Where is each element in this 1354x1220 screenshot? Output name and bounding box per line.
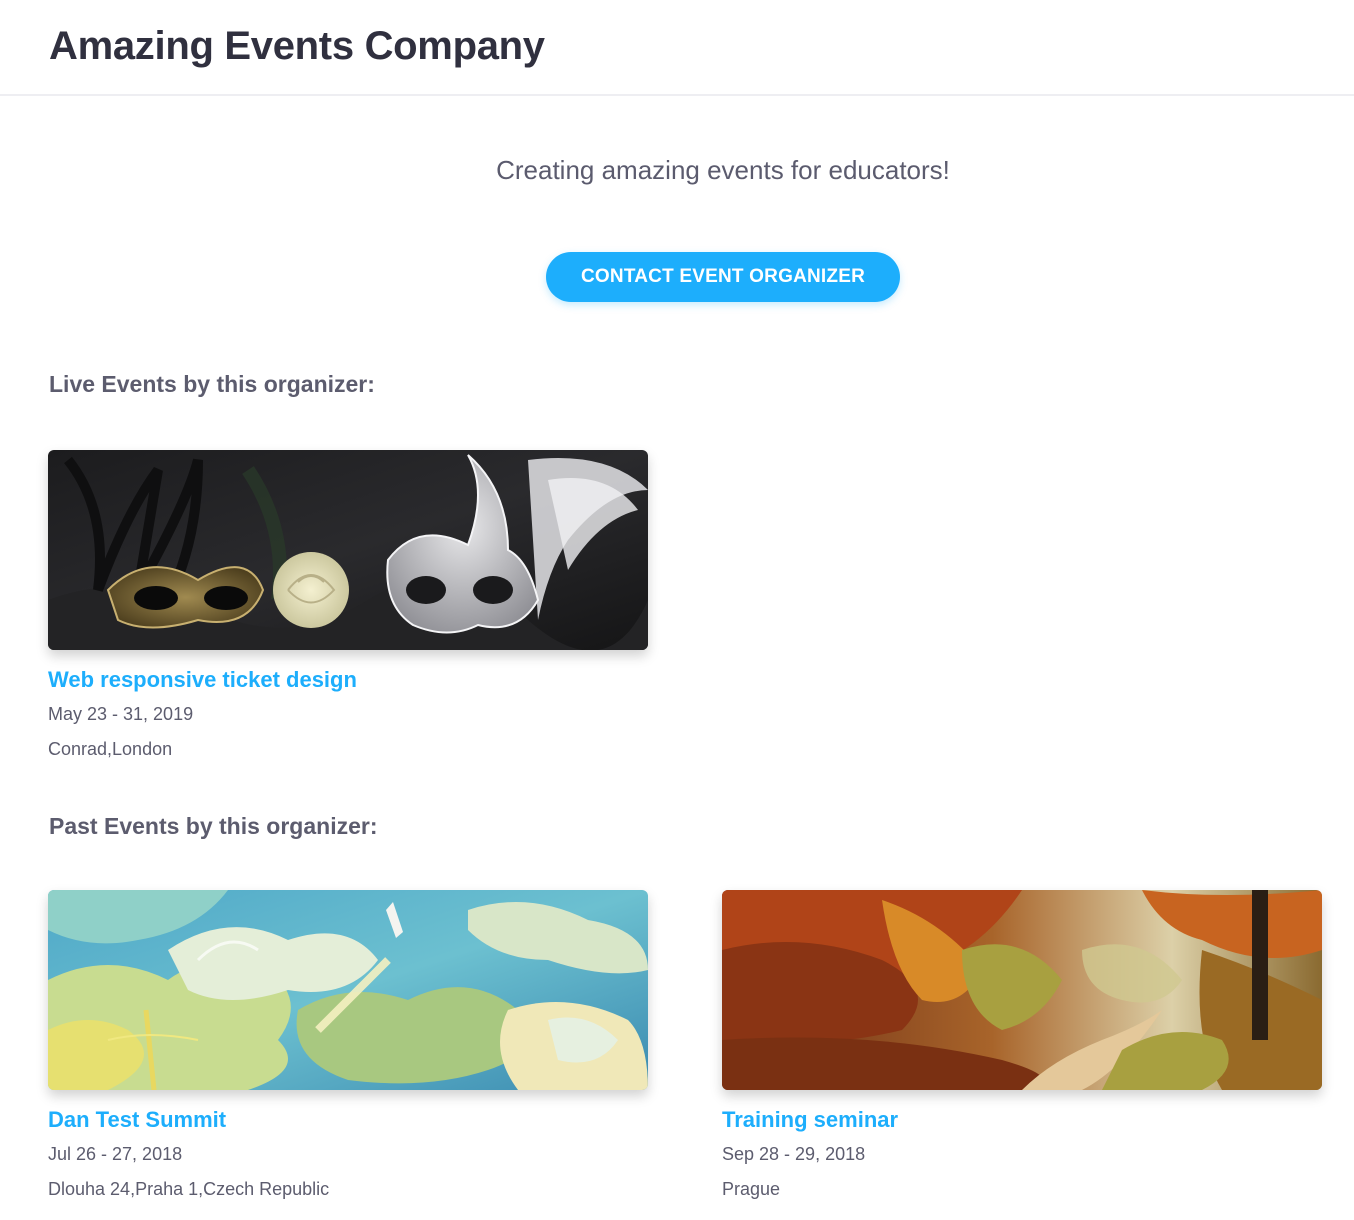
event-title-link[interactable]: Dan Test Summit [48,1106,648,1134]
event-title-link[interactable]: Web responsive ticket design [48,666,648,694]
event-card[interactable]: Web responsive ticket design May 23 - 31… [48,450,648,761]
event-title-link[interactable]: Training seminar [722,1106,1322,1134]
event-dates: May 23 - 31, 2019 [48,704,194,724]
live-events-heading: Live Events by this organizer: [49,371,375,397]
event-location: Conrad,London [48,739,173,759]
organizer-tagline: Creating amazing events for educators! [496,155,950,185]
event-card[interactable]: Dan Test Summit Jul 26 - 27, 2018 Dlouha… [48,890,648,1201]
event-image-autumn-forest[interactable] [722,890,1322,1090]
event-dates: Sep 28 - 29, 2018 [722,1144,866,1164]
event-location: Dlouha 24,Praha 1,Czech Republic [48,1179,330,1199]
contact-event-organizer-button[interactable]: CONTACT EVENT ORGANIZER [546,252,900,302]
past-events-heading: Past Events by this organizer: [49,813,378,839]
company-name: Amazing Events Company [49,24,545,68]
event-image-painted-sky[interactable] [48,890,648,1090]
event-location: Prague [722,1179,781,1199]
event-image-masquerade[interactable] [48,450,648,650]
event-dates: Jul 26 - 27, 2018 [48,1144,183,1164]
event-card[interactable]: Training seminar Sep 28 - 29, 2018 Pragu… [722,890,1322,1201]
page-header: Amazing Events Company [0,0,1354,96]
